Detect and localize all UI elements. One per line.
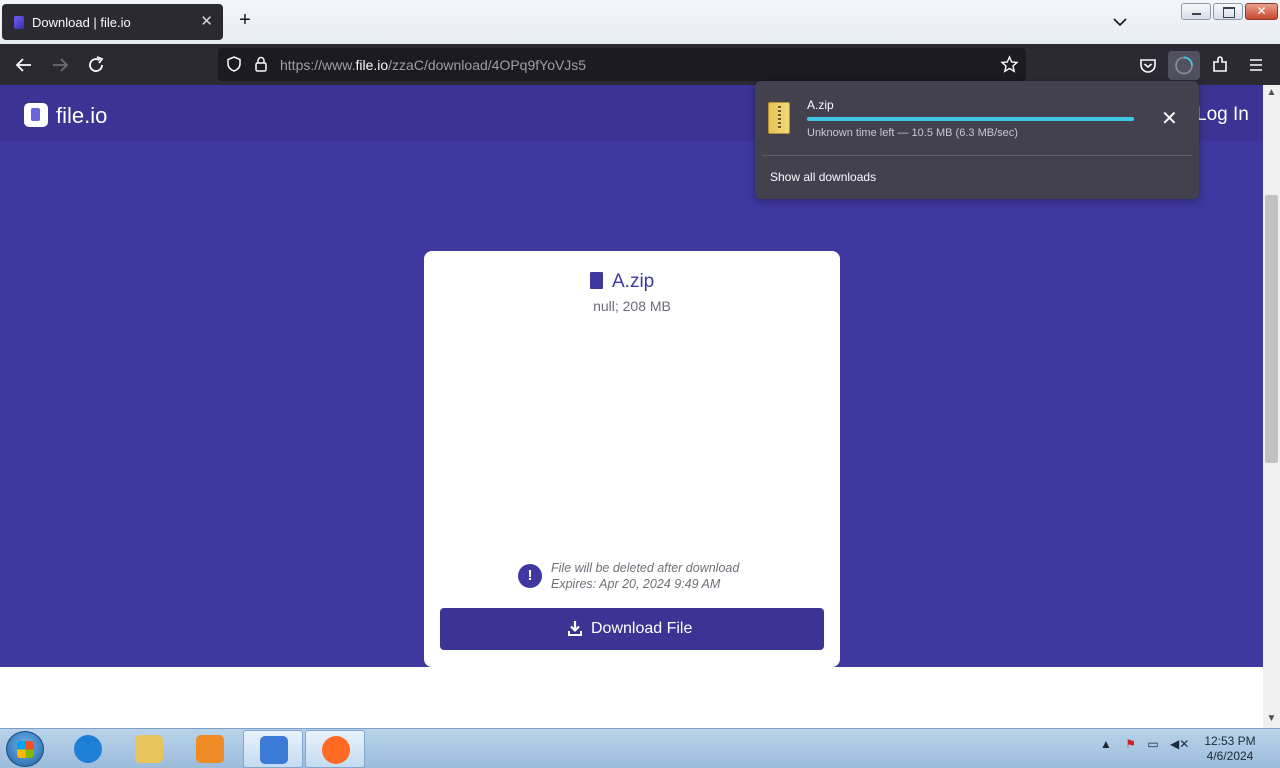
start-button[interactable] [6,731,44,767]
taskbar-internet-explorer[interactable] [58,730,118,768]
action-center-flag-icon[interactable]: ⚑ [1125,737,1136,751]
tab-download-fileio[interactable]: Download | file.io ✕ [2,4,223,40]
url-path: /zzaC/download/4OPq9fYoVJs5 [388,57,587,73]
internet-explorer-icon [74,735,102,763]
cancel-download-close-icon[interactable]: ✕ [1161,109,1178,129]
clock-date: 4/6/2024 [1206,749,1254,763]
fileio-logo-icon[interactable] [24,103,48,127]
download-card: A.zip null; 208 MB ! File will be delete… [424,251,840,667]
page-scrollbar[interactable]: ▲ ▼ [1263,85,1280,728]
bookmark-star-icon[interactable] [1000,55,1019,74]
volume-muted-icon[interactable]: ◀✕ [1170,737,1189,751]
network-icon[interactable]: ▭ [1147,737,1158,751]
list-all-tabs-chevron-icon[interactable] [1110,12,1130,32]
tab-close-icon[interactable]: ✕ [200,12,213,30]
tracking-protection-shield-icon[interactable] [225,55,243,73]
url-prefix: https://www. [280,57,356,73]
window-restore-button[interactable] [1213,3,1243,20]
show-all-downloads-button[interactable]: Show all downloads [770,170,876,184]
site-logo-text[interactable]: file.io [56,103,107,129]
download-progress-bar [807,117,1134,121]
exclamation-info-icon: ! [518,564,542,588]
pocket-icon[interactable] [1135,52,1161,78]
panel-divider [762,155,1192,156]
download-status: Unknown time left — 10.5 MB (6.3 MB/sec) [807,127,1018,139]
show-hidden-icons-icon[interactable]: ▲ [1100,737,1112,751]
clock[interactable]: 12:53 PM 4/6/2024 [1200,734,1260,764]
back-arrow-icon[interactable] [11,52,37,78]
download-file-name[interactable]: A.zip [807,98,834,112]
url-host: file.io [355,57,389,73]
tab-title: Download | file.io [32,15,131,30]
forward-arrow-icon[interactable] [47,52,73,78]
extensions-puzzle-icon[interactable] [1207,52,1233,78]
window-close-button[interactable]: ✕ [1245,3,1278,20]
scroll-down-arrow-icon[interactable]: ▼ [1263,713,1280,725]
taskbar-firefox[interactable] [305,730,365,768]
menu-hamburger-icon[interactable] [1243,52,1269,78]
window-minimize-button[interactable] [1181,3,1211,20]
file-icon [590,272,603,289]
file-meta: null; 208 MB [593,298,671,314]
downloads-panel: A.zip Unknown time left — 10.5 MB (6.3 M… [755,81,1199,199]
scroll-thumb[interactable] [1265,195,1278,463]
downloads-button[interactable] [1168,51,1200,80]
notice-expires-line: Expires: Apr 20, 2024 9:49 AM [551,577,721,591]
download-arrow-icon [568,621,582,636]
control-panel-icon [260,736,288,764]
taskbar-control-panel[interactable] [243,730,303,768]
scroll-up-arrow-icon[interactable]: ▲ [1263,87,1280,99]
url-text[interactable]: https://www.file.io/zzaC/download/4OPq9f… [280,57,586,73]
taskbar-media-player[interactable] [180,730,240,768]
media-player-icon [196,735,224,763]
notice-delete-line: File will be deleted after download [551,561,740,575]
download-button-label: Download File [591,620,693,637]
reload-icon[interactable] [83,52,109,78]
taskbar: ▲ ⚑ ▭ ◀✕ 12:53 PM 4/6/2024 [0,728,1280,768]
tab-strip: Download | file.io ✕ + ✕ [0,0,1280,44]
taskbar-file-explorer[interactable] [119,730,179,768]
file-explorer-icon [135,735,163,763]
system-tray: ▲ ⚑ ▭ ◀✕ [1100,737,1189,751]
download-progress-fill [807,117,1134,121]
expiry-notice: File will be deleted after download Expi… [551,560,739,592]
new-tab-button[interactable]: + [234,9,256,31]
login-link[interactable]: Log In [1196,104,1249,126]
downloads-progress-icon [1175,56,1193,75]
clock-time: 12:53 PM [1204,734,1256,748]
fileio-favicon-icon [14,16,24,29]
firefox-icon [322,736,350,764]
file-name: A.zip [612,271,655,292]
zip-archive-icon [768,102,790,134]
lock-icon[interactable] [252,55,270,73]
download-file-button[interactable]: Download File [440,608,824,650]
